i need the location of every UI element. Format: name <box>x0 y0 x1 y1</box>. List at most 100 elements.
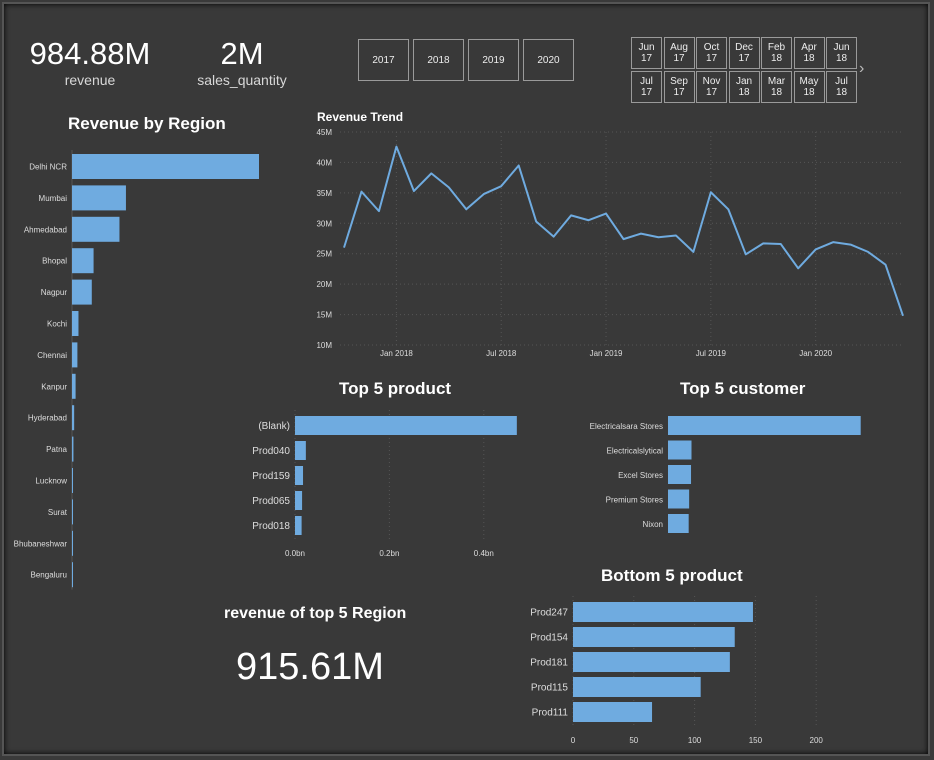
region-bar-mumbai[interactable] <box>72 185 126 211</box>
region-label: Surat <box>48 508 68 517</box>
month-button-mar-18[interactable]: Mar 18 <box>761 71 792 103</box>
quantity-kpi-value: 2M <box>220 36 264 71</box>
bottom5-product-bar[interactable] <box>573 602 753 622</box>
region-bar-ahmedabad[interactable] <box>72 216 120 242</box>
bottom5-product-bar[interactable] <box>573 702 653 722</box>
trend-ytick-label: 40M <box>316 158 332 167</box>
region-label: Kanpur <box>41 382 67 391</box>
region-label: Bengaluru <box>31 571 67 580</box>
trend-xtick-label: Jan 2020 <box>799 349 832 358</box>
region-bar-bhubaneshwar[interactable] <box>72 530 73 556</box>
top5-region-value: 915.61M <box>236 646 384 688</box>
month-button-oct-17[interactable]: Oct 17 <box>696 37 727 69</box>
top5-product-category-label: Prod159 <box>252 471 290 482</box>
month-button-jun-17[interactable]: Jun 17 <box>631 37 662 69</box>
top5-customer-category-label: Nixon <box>643 520 663 529</box>
top5-product-bar[interactable] <box>295 516 302 535</box>
bottom5-product-xtick-label: 100 <box>688 736 702 745</box>
year-button-2018[interactable]: 2018 <box>413 39 464 81</box>
top5-product-category-label: Prod040 <box>252 446 290 457</box>
top5-product-xtick-label: 0.4bn <box>474 549 494 558</box>
month-button-jul-18[interactable]: Jul 18 <box>826 71 857 103</box>
top5-customer-bar[interactable] <box>668 416 861 435</box>
bottom5-product-bar[interactable] <box>573 627 735 647</box>
month-button-feb-18[interactable]: Feb 18 <box>761 37 792 69</box>
bottom5-product-xtick-label: 50 <box>629 736 638 745</box>
month-button-may-18[interactable]: May 18 <box>793 71 825 103</box>
region-bar-hyderabad[interactable] <box>72 405 75 431</box>
region-label: Ahmedabad <box>24 225 67 234</box>
trend-ytick-label: 45M <box>316 128 332 137</box>
year-button-2019[interactable]: 2019 <box>468 39 519 81</box>
top5-region-title: revenue of top 5 Region <box>224 605 407 622</box>
top5-customer-bar[interactable] <box>668 440 692 460</box>
bottom5-product-title: Bottom 5 product <box>601 566 743 585</box>
top5-product-xtick-label: 0.0bn <box>285 549 305 558</box>
month-button-apr-18[interactable]: Apr 18 <box>793 37 825 69</box>
region-label: Mumbai <box>39 194 68 203</box>
region-bar-patna[interactable] <box>72 436 74 462</box>
revenue-trend-chart: 10M 15M 20M 25M 30M 35M 40M 45M Jan 2018 Jul 2018… <box>316 128 904 358</box>
trend-xtick-label: Jul 2018 <box>486 349 517 358</box>
revenue-kpi-label: revenue <box>64 72 116 88</box>
month-button-jan-18[interactable]: Jan 18 <box>728 71 760 103</box>
year-button-2017[interactable]: 2017 <box>358 39 409 81</box>
top5-customer-title: Top 5 customer <box>680 379 806 398</box>
trend-ytick-label: 25M <box>316 250 332 259</box>
bottom5-product-chart: 0 50 100 150 200 Prod247 Prod154 Prod181 Prod115… <box>530 596 824 745</box>
region-label: Hyderabad <box>28 414 67 423</box>
bottom5-product-xtick-label: 0 <box>571 736 576 745</box>
trend-ytick-label: 10M <box>316 341 332 350</box>
bottom5-product-xtick-label: 200 <box>810 736 824 745</box>
region-bar-nagpur[interactable] <box>72 279 92 305</box>
region-label: Delhi NCR <box>29 163 67 172</box>
year-button-2020[interactable]: 2020 <box>523 39 574 81</box>
top5-product-bar[interactable] <box>295 466 304 485</box>
top5-product-title: Top 5 product <box>339 379 452 398</box>
trend-ytick-label: 15M <box>316 311 332 320</box>
region-chart-title: Revenue by Region <box>68 114 226 133</box>
month-button-dec-17[interactable]: Dec 17 <box>728 37 760 69</box>
region-bar-bengaluru[interactable] <box>72 562 73 588</box>
top5-customer-bar[interactable] <box>668 489 690 509</box>
region-bar-delhi-ncr[interactable] <box>72 154 259 179</box>
region-bar-chennai[interactable] <box>72 342 78 368</box>
top5-customer-bar[interactable] <box>668 514 689 533</box>
month-button-jun-18[interactable]: Jun 18 <box>826 37 857 69</box>
top5-customer-category-label: Premium Stores <box>606 496 663 505</box>
trend-chart-title: Revenue Trend <box>317 110 404 124</box>
trend-xtick-label: Jan 2019 <box>590 349 623 358</box>
top5-product-xtick-label: 0.2bn <box>379 549 399 558</box>
region-label: Bhopal <box>42 257 67 266</box>
top5-product-category-label: Prod065 <box>252 496 290 507</box>
bottom5-product-bar[interactable] <box>573 677 701 697</box>
trend-ytick-label: 35M <box>316 189 332 198</box>
top5-customer-bar[interactable] <box>668 465 692 484</box>
revenue-kpi-value: 984.88M <box>29 36 151 71</box>
region-bar-surat[interactable] <box>72 499 73 525</box>
top5-product-bar[interactable] <box>295 441 306 460</box>
region-bar-lucknow[interactable] <box>72 468 73 493</box>
region-bar-kochi[interactable] <box>72 311 79 336</box>
quantity-kpi-label: sales_quantity <box>197 72 287 88</box>
next-arrow-icon[interactable]: › <box>859 60 864 78</box>
region-label: Kochi <box>47 320 67 329</box>
top5-product-bar[interactable] <box>295 416 517 435</box>
month-button-aug-17[interactable]: Aug 17 <box>663 37 695 69</box>
region-label: Patna <box>46 445 67 454</box>
bottom5-product-category-label: Prod181 <box>530 658 568 669</box>
top5-customer-category-label: Electricalsara Stores <box>590 422 663 431</box>
top5-customer-category-label: Excel Stores <box>618 471 663 480</box>
region-bar-bhopal[interactable] <box>72 248 94 274</box>
month-button-nov-17[interactable]: Nov 17 <box>696 71 727 103</box>
top5-product-bar[interactable] <box>295 491 303 510</box>
month-button-sep-17[interactable]: Sep 17 <box>663 71 695 103</box>
month-button-jul-17[interactable]: Jul 17 <box>631 71 662 103</box>
trend-xtick-label: Jan 2018 <box>380 349 413 358</box>
region-label: Bhubaneshwar <box>14 539 68 548</box>
region-bar-kanpur[interactable] <box>72 373 76 399</box>
bottom5-product-bar[interactable] <box>573 652 730 672</box>
bottom5-product-xtick-label: 150 <box>749 736 763 745</box>
trend-line-series[interactable] <box>343 145 904 317</box>
region-label: Chennai <box>37 351 67 360</box>
